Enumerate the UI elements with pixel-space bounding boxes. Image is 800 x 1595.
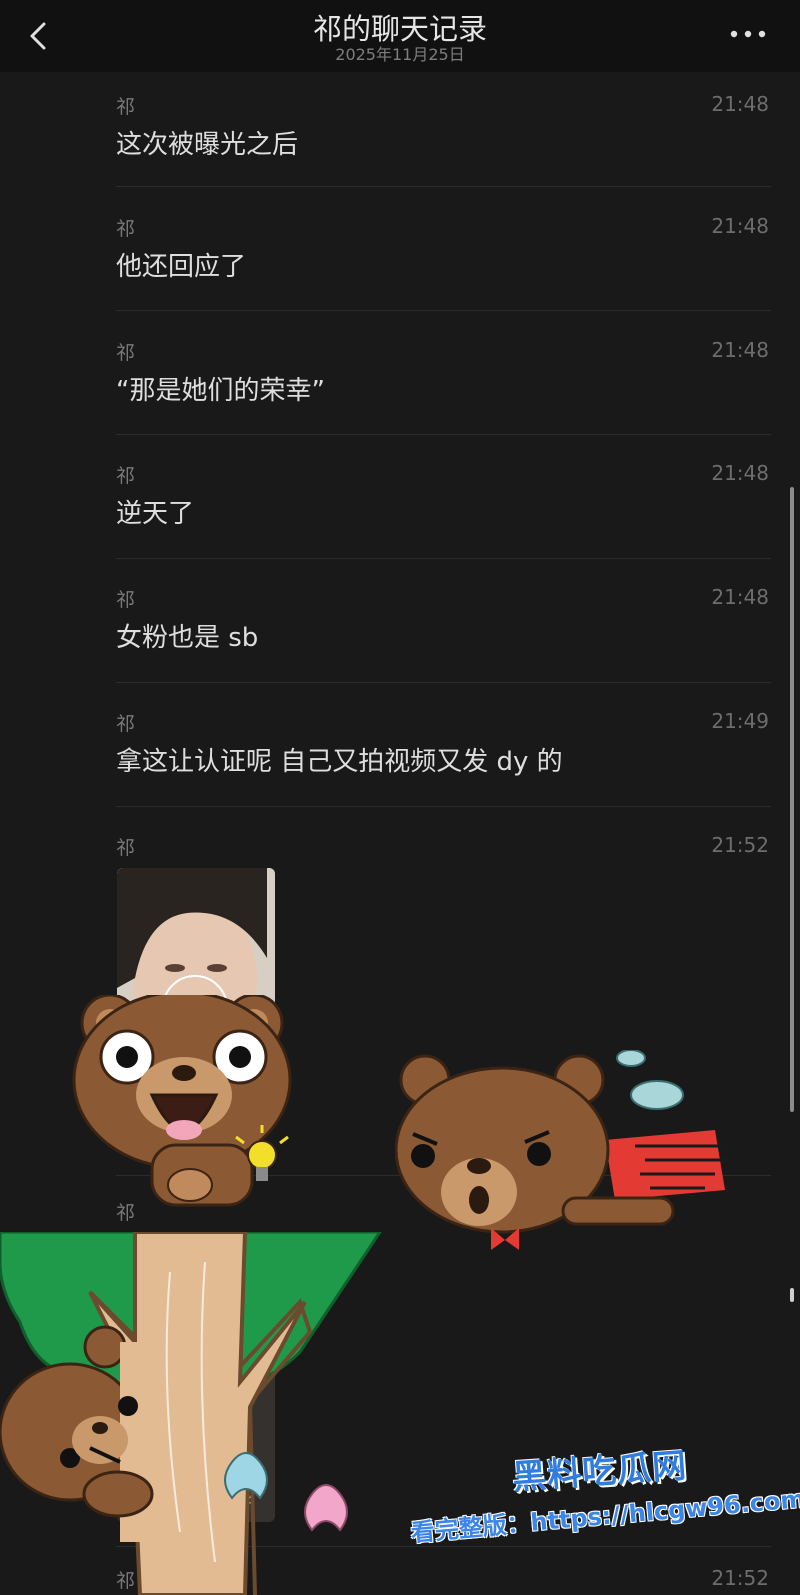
divider [116,806,771,807]
tree-bear-sticker [0,1232,382,1595]
divider [116,682,771,683]
message-item[interactable]: 祁 21:48 “那是她们的荣幸” [116,338,771,418]
message-time: 21:48 [711,92,769,116]
scrollbar[interactable] [790,487,794,1112]
message-text: 这次被曝光之后 [116,130,299,160]
message-item[interactable]: 祁 21:49 拿这让认证呢 自己又拍视频又发 dy 的 [116,709,771,789]
scrollbar-secondary[interactable] [790,1288,794,1302]
message-time: 21:48 [711,214,769,238]
message-item[interactable]: 祁 21:48 女粉也是 sb [116,585,771,665]
more-horizontal-icon[interactable] [725,22,775,46]
message-sender: 祁 [116,837,136,859]
message-text: 拿这让认证呢 自己又拍视频又发 dy 的 [116,747,563,777]
message-time: 21:52 [711,1566,769,1590]
message-time: 21:52 [711,833,769,857]
message-time: 21:48 [711,585,769,609]
bear-flying-sticker [395,1050,730,1250]
message-text: “那是她们的荣幸” [116,376,325,406]
message-time: 21:48 [711,338,769,362]
message-item[interactable]: 祁 21:48 逆天了 [116,461,771,541]
message-item[interactable]: 祁 21:48 这次被曝光之后 [116,92,771,172]
watermark-brand: 黑料吃瓜网 [511,1445,689,1499]
page-date: 2025年11月25日 [335,45,465,64]
message-time: 21:49 [711,709,769,733]
divider [116,186,771,187]
message-text: 他还回应了 [116,252,247,282]
divider [116,558,771,559]
message-sender: 祁 [116,218,136,240]
message-text: 女粉也是 sb [116,623,259,653]
message-sender: 祁 [116,589,136,611]
message-sender: 祁 [116,342,136,364]
message-sender: 祁 [116,465,136,487]
message-item[interactable]: 祁 21:52 [116,833,771,873]
message-sender: 祁 [116,96,136,118]
divider [116,434,771,435]
message-text: 逆天了 [116,499,195,529]
message-sender: 祁 [116,713,136,735]
message-time: 21:48 [711,461,769,485]
divider [116,310,771,311]
bear-surprised-sticker [72,995,292,1207]
message-item[interactable]: 祁 21:48 他还回应了 [116,214,771,294]
top-bar: 祁的聊天记录 2025年11月25日 [0,0,800,72]
